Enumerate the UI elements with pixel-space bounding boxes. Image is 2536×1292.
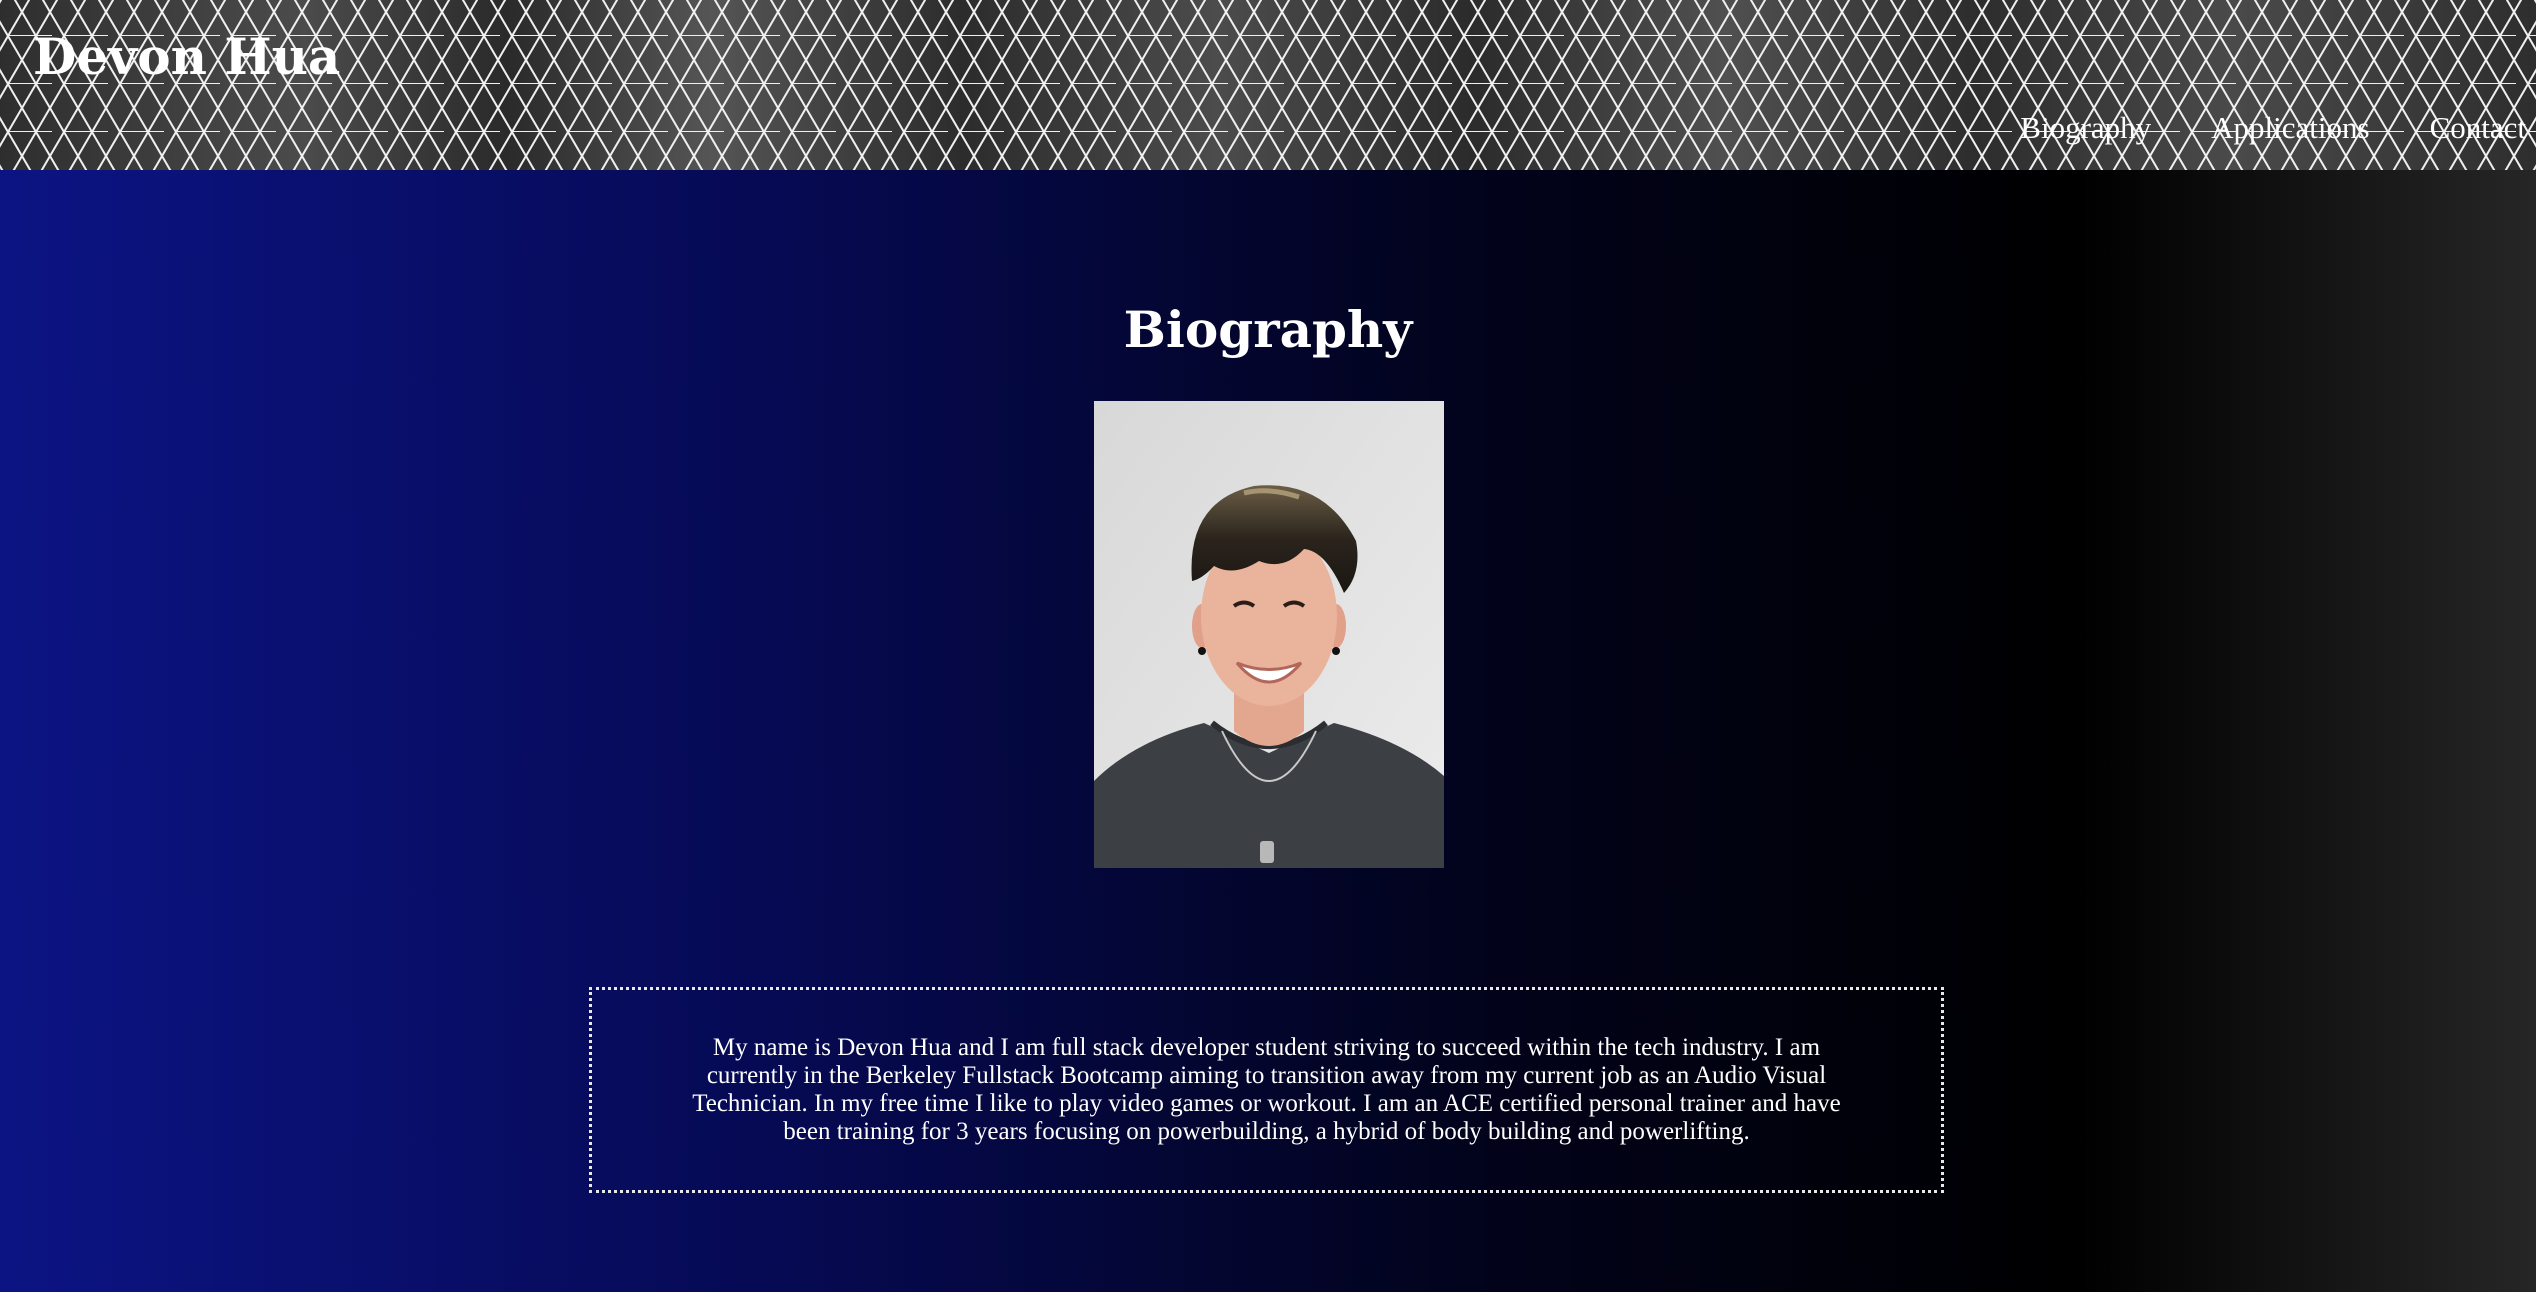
site-title: Devon Hua [33,27,341,86]
person-photo-icon [1094,401,1444,868]
section-title: Biography [1123,300,1413,359]
nav-link-applications[interactable]: Applications [2211,104,2369,152]
site-header: Devon Hua Biography Applications Contact [0,0,2536,170]
main-nav: Biography Applications Contact [2020,104,2526,152]
bio-box: My name is Devon Hua and I am full stack… [589,987,1944,1193]
bio-text: My name is Devon Hua and I am full stack… [692,1034,1841,1145]
nav-link-contact[interactable]: Contact [2430,104,2526,152]
nav-link-biography[interactable]: Biography [2020,104,2151,152]
